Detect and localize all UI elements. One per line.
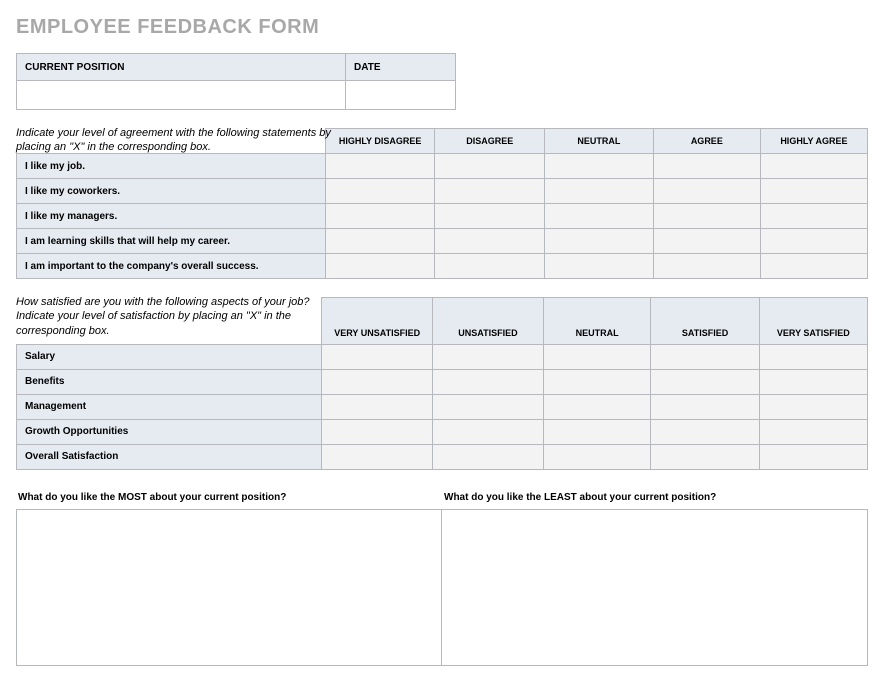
table-row: Benefits [17,369,868,394]
rating-cell[interactable] [544,204,653,229]
table-row: I like my managers. [17,204,868,229]
rating-cell[interactable] [433,344,544,369]
rating-cell[interactable] [544,254,653,279]
rating-cell[interactable] [651,444,759,469]
col-header: DISAGREE [435,129,545,154]
table-row: Growth Opportunities [17,419,868,444]
rating-cell[interactable] [435,179,545,204]
col-header: SATISFIED [651,298,759,345]
rating-cell[interactable] [653,204,760,229]
rating-cell[interactable] [543,369,651,394]
most-answer-box[interactable] [16,509,442,666]
rating-cell[interactable] [433,369,544,394]
rating-cell[interactable] [653,229,760,254]
rating-cell[interactable] [760,204,867,229]
position-input[interactable] [17,81,346,110]
rating-cell[interactable] [325,229,435,254]
col-header: HIGHLY AGREE [760,129,867,154]
table-row: Salary [17,344,868,369]
row-label: Management [17,394,322,419]
row-label: I am learning skills that will help my c… [17,229,326,254]
least-answer-box[interactable] [442,509,868,666]
rating-cell[interactable] [435,254,545,279]
col-header: VERY SATISFIED [759,298,867,345]
section2-instruction: How satisfied are you with the following… [16,295,346,338]
rating-cell[interactable] [325,179,435,204]
col-header: NEUTRAL [544,129,653,154]
rating-cell[interactable] [653,254,760,279]
rating-cell[interactable] [759,344,867,369]
date-input[interactable] [346,81,456,110]
rating-cell[interactable] [759,394,867,419]
rating-cell[interactable] [651,344,759,369]
row-label: I am important to the company's overall … [17,254,326,279]
row-label: I like my job. [17,154,326,179]
table-row: I am learning skills that will help my c… [17,229,868,254]
row-label: Benefits [17,369,322,394]
table-row: Management [17,394,868,419]
rating-cell[interactable] [433,419,544,444]
row-label: I like my managers. [17,204,326,229]
rating-cell[interactable] [322,419,433,444]
most-question: What do you like the MOST about your cur… [16,488,442,509]
rating-cell[interactable] [322,369,433,394]
rating-cell[interactable] [760,179,867,204]
date-label: DATE [346,54,456,81]
rating-cell[interactable] [759,369,867,394]
form-title: EMPLOYEE FEEDBACK FORM [16,16,868,39]
rating-cell[interactable] [651,419,759,444]
rating-cell[interactable] [543,419,651,444]
rating-cell[interactable] [651,394,759,419]
rating-cell[interactable] [435,154,545,179]
table-row: I like my coworkers. [17,179,868,204]
rating-cell[interactable] [543,344,651,369]
rating-cell[interactable] [653,154,760,179]
col-header: AGREE [653,129,760,154]
rating-cell[interactable] [759,419,867,444]
rating-cell[interactable] [433,394,544,419]
row-label: I like my coworkers. [17,179,326,204]
row-label: Overall Satisfaction [17,444,322,469]
row-label: Salary [17,344,322,369]
rating-cell[interactable] [325,254,435,279]
rating-cell[interactable] [544,229,653,254]
col-header: NEUTRAL [543,298,651,345]
table-row: Overall Satisfaction [17,444,868,469]
rating-cell[interactable] [325,154,435,179]
rating-cell[interactable] [435,204,545,229]
rating-cell[interactable] [322,444,433,469]
col-header: UNSATISFIED [433,298,544,345]
rating-cell[interactable] [433,444,544,469]
rating-cell[interactable] [760,254,867,279]
table-row: I like my job. [17,154,868,179]
rating-cell[interactable] [544,179,653,204]
rating-cell[interactable] [653,179,760,204]
position-label: CURRENT POSITION [17,54,346,81]
free-response-section: What do you like the MOST about your cur… [16,488,868,666]
rating-cell[interactable] [322,344,433,369]
rating-cell[interactable] [543,444,651,469]
header-table: CURRENT POSITION DATE [16,53,456,110]
table-row: I am important to the company's overall … [17,254,868,279]
rating-cell[interactable] [760,154,867,179]
least-question: What do you like the LEAST about your cu… [442,488,868,509]
row-label: Growth Opportunities [17,419,322,444]
rating-cell[interactable] [651,369,759,394]
rating-cell[interactable] [544,154,653,179]
rating-cell[interactable] [435,229,545,254]
rating-cell[interactable] [543,394,651,419]
rating-cell[interactable] [325,204,435,229]
rating-cell[interactable] [760,229,867,254]
rating-cell[interactable] [322,394,433,419]
section1-instruction: Indicate your level of agreement with th… [16,126,346,155]
rating-cell[interactable] [759,444,867,469]
